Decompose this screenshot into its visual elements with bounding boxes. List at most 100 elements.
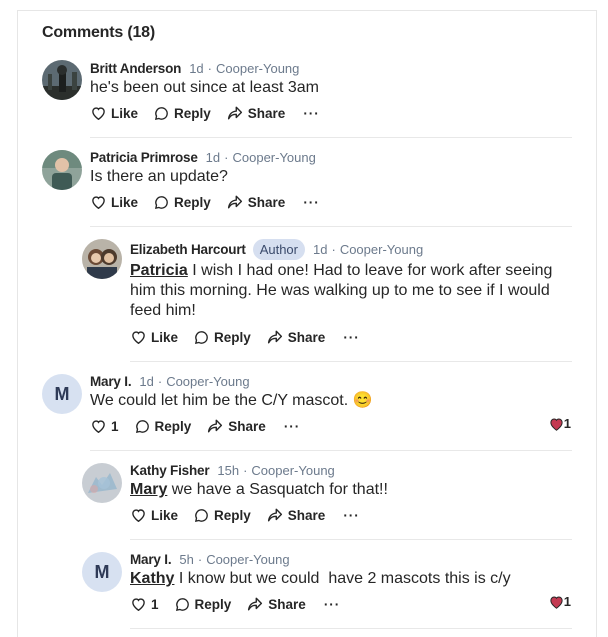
divider <box>90 226 572 227</box>
heart-outline-icon <box>132 598 145 611</box>
share-label: Share <box>247 105 286 121</box>
like-count: 1 <box>151 596 159 612</box>
reply-button[interactable]: Reply <box>175 596 232 612</box>
share-button[interactable]: Share <box>267 507 326 523</box>
avatar[interactable] <box>82 463 122 503</box>
share-arrow-icon <box>227 106 242 120</box>
author-badge: Author <box>252 238 305 260</box>
like-button[interactable]: Like <box>91 195 138 210</box>
reply-label: Reply <box>174 194 211 210</box>
like-label: Like <box>111 194 139 210</box>
author-name[interactable]: Elizabeth Harcourt <box>130 242 246 257</box>
mention-link[interactable]: Mary <box>130 481 167 498</box>
heart-reaction-icon <box>550 595 563 609</box>
more-options-button[interactable]: ··· <box>284 419 301 434</box>
reaction-summary[interactable]: 1 <box>549 594 571 609</box>
meta-separator: · <box>243 462 248 478</box>
avatar-initial: M <box>94 561 110 582</box>
speech-bubble-icon <box>194 330 208 344</box>
share-arrow-icon <box>267 330 282 344</box>
like-button[interactable]: Like <box>91 106 138 121</box>
reaction-summary[interactable]: 1 <box>549 416 571 431</box>
avatar[interactable] <box>42 150 82 190</box>
more-options-button[interactable]: ··· <box>303 106 320 121</box>
author-name[interactable]: Mary I. <box>130 552 172 567</box>
share-arrow-icon <box>248 597 263 611</box>
neighborhood-link[interactable]: Cooper-Young <box>206 552 289 567</box>
reply-label: Reply <box>154 418 192 434</box>
comment-text: I wish I had one! Had to leave for work … <box>130 262 553 319</box>
comment-time: 1d <box>313 241 328 257</box>
comment-text: he's been out since at least 3am <box>90 79 319 96</box>
heart-outline-icon <box>92 196 105 209</box>
more-options-button[interactable]: ··· <box>343 330 360 345</box>
more-options-button[interactable]: ··· <box>343 508 360 523</box>
neighborhood-link[interactable]: Cooper-Young <box>251 463 334 478</box>
heart-reaction-icon <box>550 417 563 431</box>
share-label: Share <box>247 194 286 210</box>
heart-outline-icon <box>132 331 145 344</box>
author-name[interactable]: Patricia Primrose <box>90 150 198 165</box>
author-name[interactable]: Kathy Fisher <box>130 463 210 478</box>
divider <box>90 137 572 138</box>
comment-text: we have a Sasquatch for that!! <box>167 481 388 498</box>
share-label: Share <box>228 418 266 434</box>
mention-link[interactable]: Patricia <box>130 262 188 279</box>
meta-separator: · <box>207 60 213 76</box>
meta-separator: · <box>157 373 163 389</box>
heart-outline-icon <box>92 107 105 120</box>
share-label: Share <box>287 507 326 523</box>
like-button[interactable]: Like <box>131 508 178 523</box>
author-name[interactable]: Britt Anderson <box>90 61 181 76</box>
reply-button[interactable]: Reply <box>154 106 211 121</box>
share-arrow-icon <box>208 419 223 433</box>
like-label: Like <box>151 329 179 345</box>
neighborhood-link[interactable]: Cooper-Young <box>166 374 249 389</box>
avatar[interactable]: M <box>42 374 82 414</box>
divider <box>130 361 572 362</box>
meta-separator: · <box>224 149 229 165</box>
speech-bubble-icon <box>135 419 149 433</box>
more-options-button[interactable]: ··· <box>324 597 341 612</box>
share-button[interactable]: Share <box>247 597 306 612</box>
avatar[interactable] <box>82 239 122 279</box>
avatar[interactable]: M <box>82 552 122 592</box>
share-button[interactable]: Share <box>227 194 286 210</box>
avatar-initial: M <box>54 383 70 404</box>
comment-time: 1d <box>205 149 221 165</box>
heart-outline-icon <box>92 420 105 433</box>
avatar[interactable] <box>42 60 82 100</box>
like-button[interactable]: 1 <box>131 597 159 612</box>
reply-button[interactable]: Reply <box>154 195 211 210</box>
share-arrow-icon <box>227 195 242 209</box>
share-button[interactable]: Share <box>207 419 266 434</box>
meta-separator: · <box>331 241 336 257</box>
neighborhood-link[interactable]: Cooper-Young <box>340 242 423 257</box>
divider <box>90 450 572 451</box>
reply-label: Reply <box>194 596 232 612</box>
reaction-count: 1 <box>563 416 571 431</box>
divider <box>130 628 572 629</box>
speech-bubble-icon <box>194 508 208 522</box>
comment-time: 15h <box>217 462 240 478</box>
like-count: 1 <box>111 418 119 434</box>
neighborhood-link[interactable]: Cooper-Young <box>232 150 315 165</box>
reply-label: Reply <box>214 329 251 345</box>
speech-bubble-icon <box>175 597 189 611</box>
more-options-button[interactable]: ··· <box>303 195 320 210</box>
reply-label: Reply <box>214 507 251 523</box>
reply-button[interactable]: Reply <box>135 418 192 434</box>
like-button[interactable]: Like <box>131 330 178 345</box>
reply-button[interactable]: Reply <box>194 508 251 523</box>
author-name[interactable]: Mary I. <box>90 374 132 389</box>
share-button[interactable]: Share <box>267 330 325 345</box>
mention-link[interactable]: Kathy <box>130 570 174 587</box>
reaction-count: 1 <box>563 594 571 609</box>
meta-separator: · <box>197 551 203 567</box>
like-button[interactable]: 1 <box>91 419 119 434</box>
share-button[interactable]: Share <box>227 105 286 121</box>
reply-button[interactable]: Reply <box>194 330 251 345</box>
neighborhood-link[interactable]: Cooper-Young <box>216 61 299 76</box>
comments-heading: Comments (18) <box>42 24 155 41</box>
speech-bubble-icon <box>154 106 168 120</box>
